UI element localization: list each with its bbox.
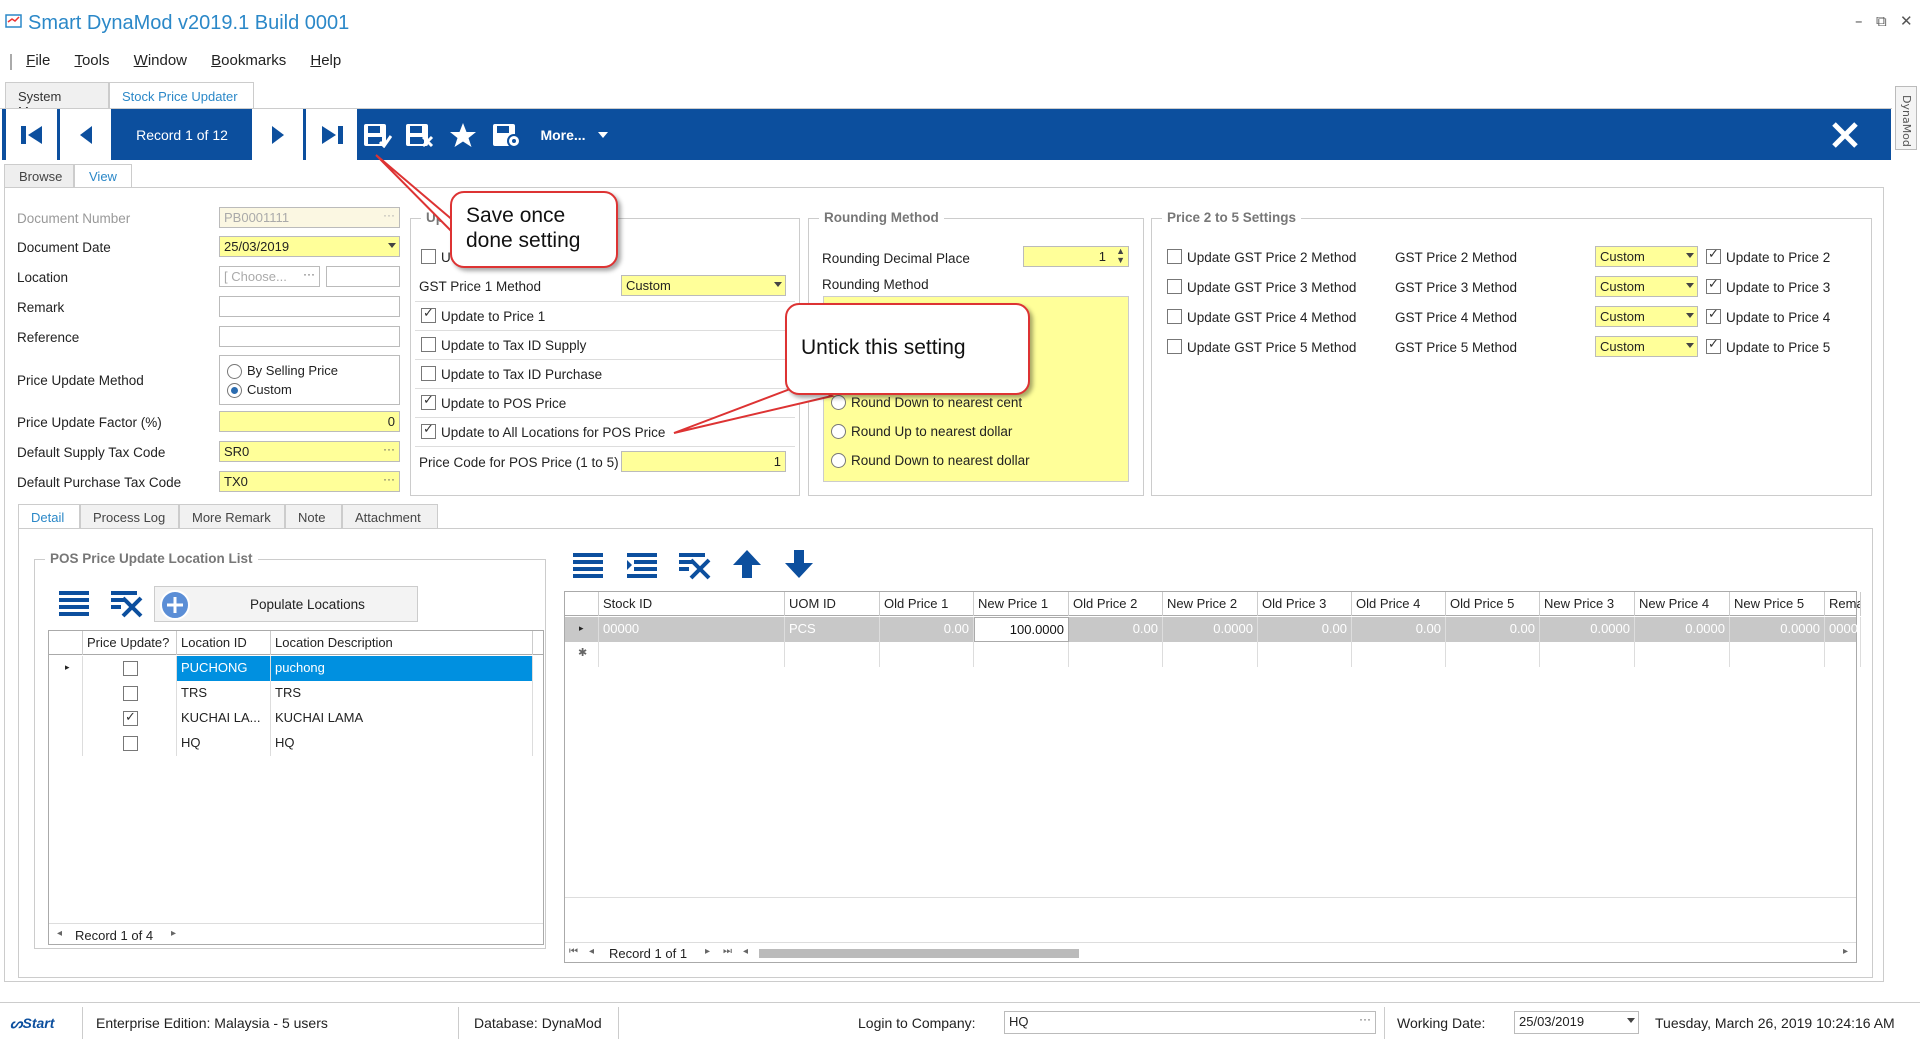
app-window: Smart DynaMod v2019.1 Build 0001 – ⧉ ✕ F… <box>0 0 1920 1042</box>
callout-save: Save once done setting <box>450 191 618 268</box>
callout-untick: Untick this setting <box>785 303 1030 395</box>
callout-arrows <box>375 154 835 434</box>
